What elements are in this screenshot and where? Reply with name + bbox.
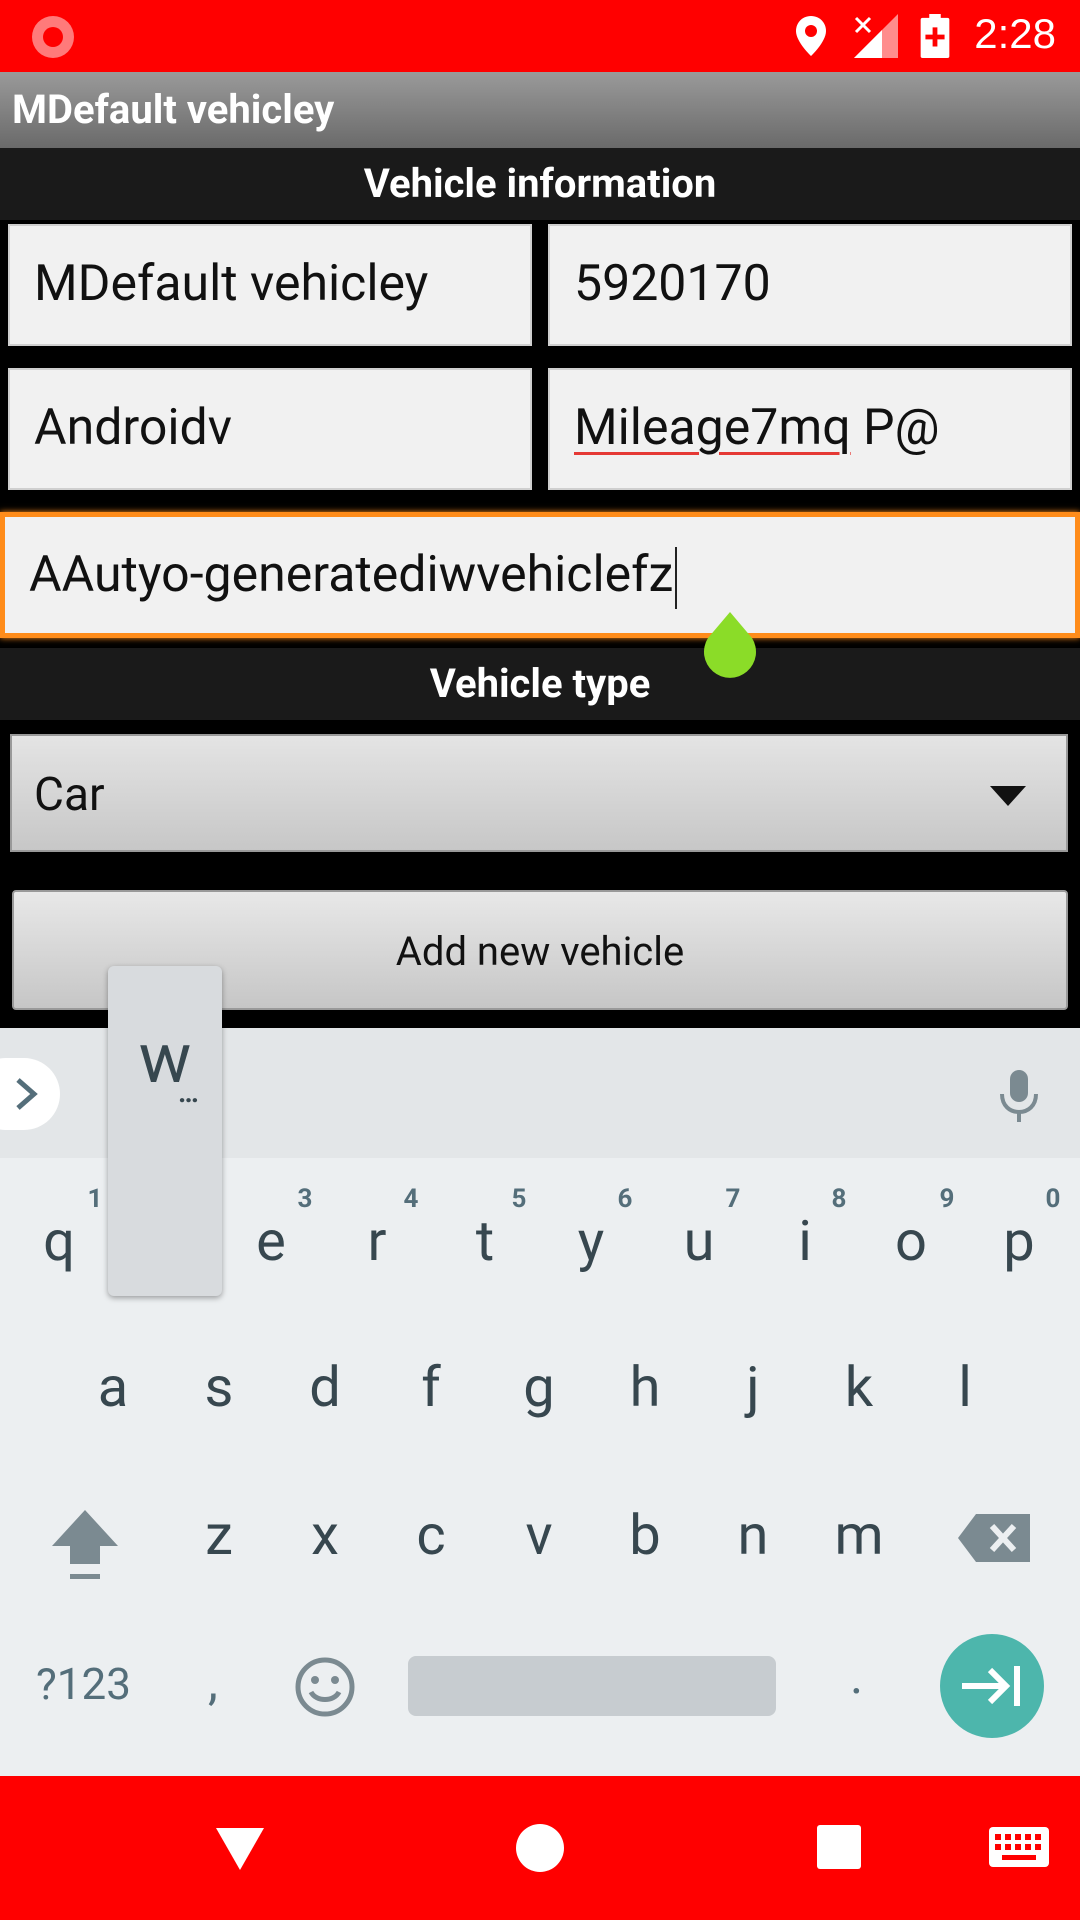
clock: 2:28 xyxy=(974,10,1056,57)
key-y[interactable]: y xyxy=(546,1208,636,1274)
mileage-number-field[interactable]: 5920170 xyxy=(548,224,1072,346)
emoji-icon[interactable] xyxy=(294,1656,356,1718)
key-s[interactable]: s xyxy=(174,1354,264,1420)
cursor-handle[interactable] xyxy=(700,612,760,682)
notes-field-text: AAutyo-generatediwvehiclefz xyxy=(29,546,674,604)
key-z[interactable]: z xyxy=(174,1502,264,1568)
vehicle-type-header: Vehicle type xyxy=(0,648,1080,720)
signal-no-data-icon xyxy=(854,14,898,58)
key-h[interactable]: h xyxy=(600,1354,690,1420)
backspace-icon[interactable] xyxy=(956,1512,1032,1564)
vehicle-type-dropdown[interactable]: Car xyxy=(10,734,1068,852)
key-j[interactable]: j xyxy=(708,1354,798,1420)
keyboard-switch-icon[interactable] xyxy=(988,1826,1050,1868)
key-k[interactable]: k xyxy=(814,1354,904,1420)
popup-letter: w xyxy=(138,1018,192,1100)
expand-toolbar-button[interactable] xyxy=(0,1058,60,1130)
key-b[interactable]: b xyxy=(600,1502,690,1568)
vehicle-type-selected: Car xyxy=(34,768,105,822)
key-i[interactable]: i xyxy=(760,1208,850,1274)
period-key[interactable]: . xyxy=(850,1648,863,1706)
key-t[interactable]: t xyxy=(440,1208,530,1274)
key-a[interactable]: a xyxy=(68,1354,158,1420)
key-v[interactable]: v xyxy=(494,1502,584,1568)
key-e[interactable]: e xyxy=(226,1208,316,1274)
misspelled-word: Mileage7mq xyxy=(574,399,851,457)
make-field[interactable]: Androidv xyxy=(8,368,532,490)
symbols-key[interactable]: ?123 xyxy=(36,1658,131,1710)
key-r[interactable]: r xyxy=(332,1208,422,1274)
key-p[interactable]: p xyxy=(974,1208,1064,1274)
screen-record-icon xyxy=(32,16,74,58)
location-icon xyxy=(796,16,826,56)
chevron-right-icon xyxy=(16,1078,38,1110)
key-d[interactable]: d xyxy=(280,1354,370,1420)
key-n[interactable]: n xyxy=(708,1502,798,1568)
space-bar[interactable] xyxy=(408,1656,776,1716)
dropdown-arrow-icon xyxy=(990,786,1026,806)
battery-charging-icon xyxy=(920,14,950,58)
app-title: MDefault vehicley xyxy=(12,86,335,133)
microphone-icon[interactable] xyxy=(996,1068,1042,1124)
key-m[interactable]: m xyxy=(814,1502,904,1568)
key-o[interactable]: o xyxy=(866,1208,956,1274)
notes-field[interactable]: AAutyo-generatediwvehiclefz xyxy=(0,512,1080,638)
vehicle-name-field[interactable]: MDefault vehicley xyxy=(8,224,532,346)
model-field[interactable]: Mileage7mq P@ xyxy=(548,368,1072,490)
recents-icon[interactable] xyxy=(816,1824,862,1870)
back-down-icon[interactable] xyxy=(214,1826,266,1872)
comma-key[interactable]: , xyxy=(208,1654,218,1712)
app-title-bar: MDefault vehicley xyxy=(0,72,1080,148)
key-f[interactable]: f xyxy=(386,1354,476,1420)
key-x[interactable]: x xyxy=(280,1502,370,1568)
key-preview-popup: w … xyxy=(108,966,222,1296)
model-field-suffix: P@ xyxy=(850,399,940,457)
next-field-button[interactable] xyxy=(940,1634,1044,1738)
key-g[interactable]: g xyxy=(494,1354,584,1420)
text-cursor xyxy=(675,546,678,609)
home-icon[interactable] xyxy=(514,1822,566,1874)
key-u[interactable]: u xyxy=(654,1208,744,1274)
key-l[interactable]: l xyxy=(920,1354,1010,1420)
key-q[interactable]: q xyxy=(14,1208,104,1274)
shift-icon[interactable] xyxy=(48,1506,122,1582)
tab-next-icon xyxy=(962,1666,1020,1706)
key-c[interactable]: c xyxy=(386,1502,476,1568)
navigation-bar xyxy=(0,1776,1080,1920)
vehicle-info-header: Vehicle information xyxy=(0,148,1080,220)
status-bar: 2:28 xyxy=(0,0,1080,72)
more-keys-indicator: … xyxy=(178,1076,199,1109)
